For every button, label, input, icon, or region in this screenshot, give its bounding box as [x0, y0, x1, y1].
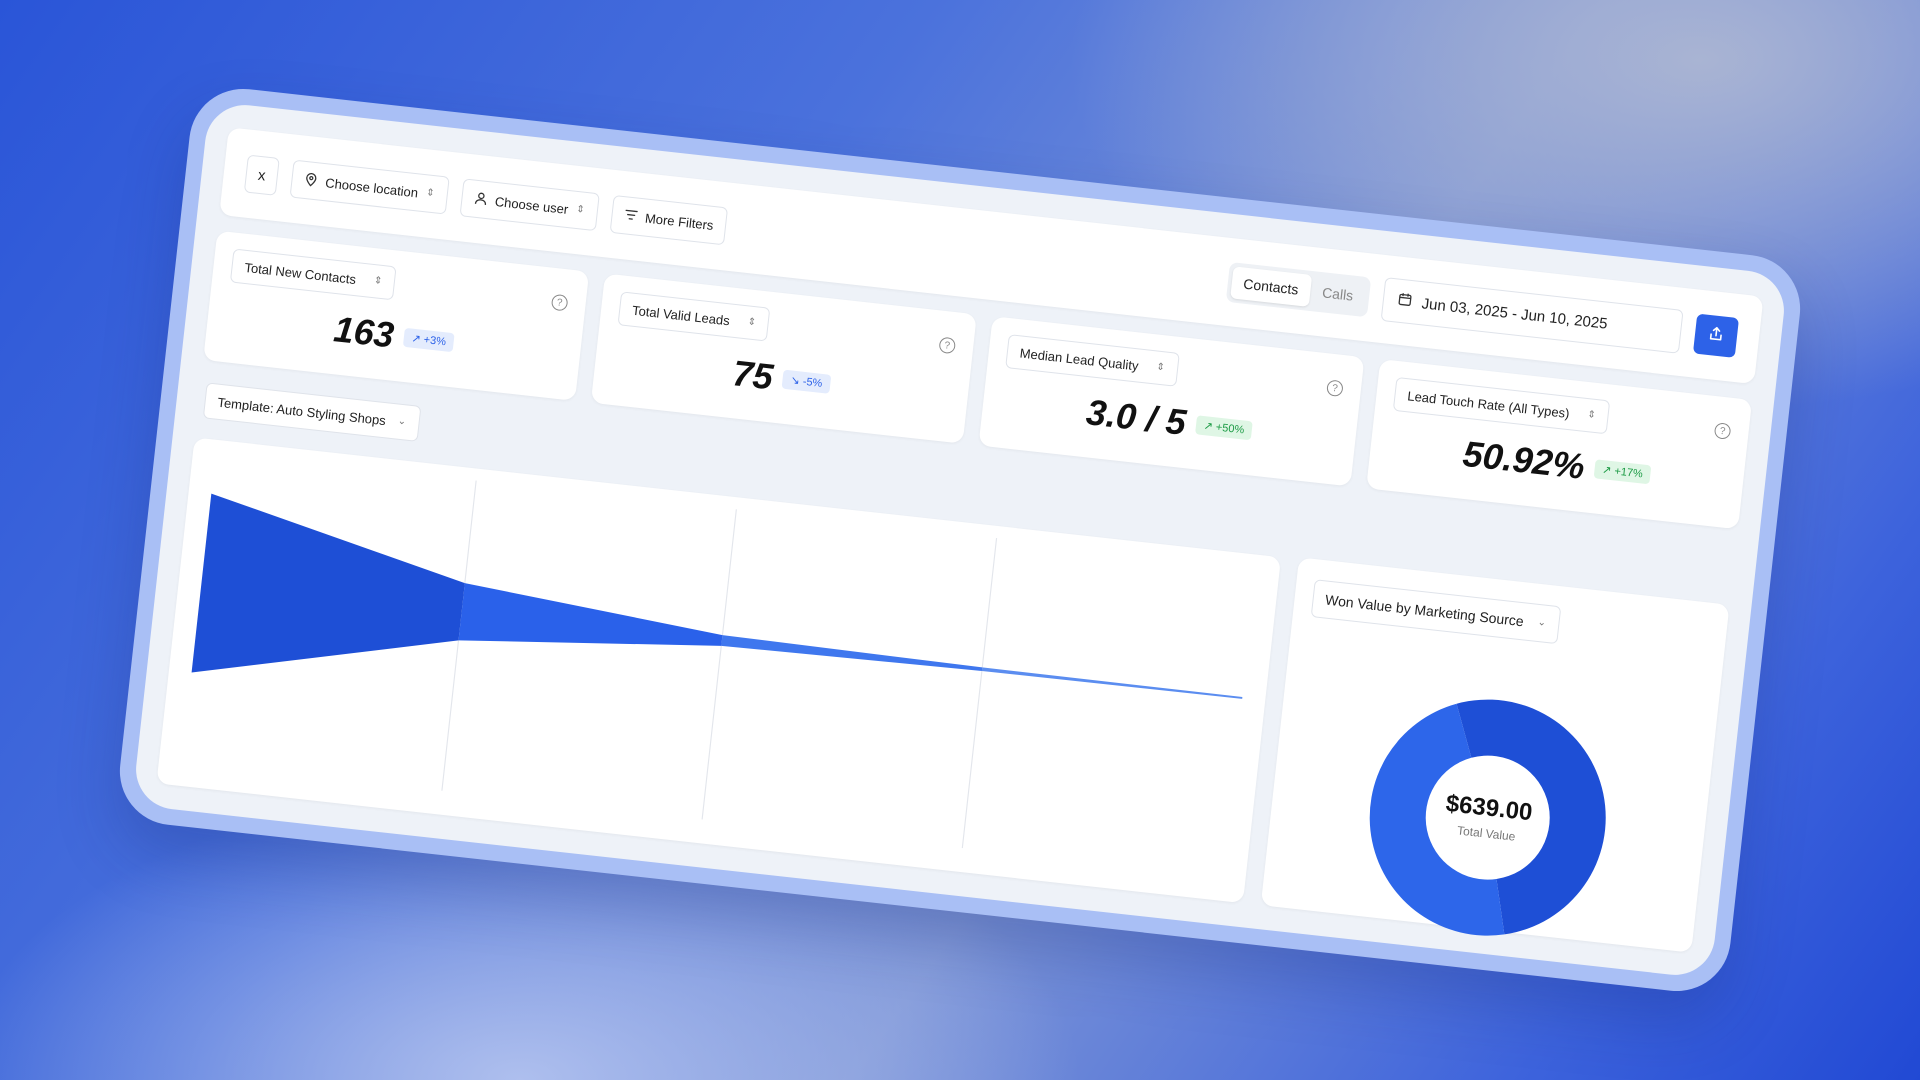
chevron-updown-icon: ⇕ [575, 203, 586, 216]
tab-calls[interactable]: Calls [1309, 275, 1367, 313]
template-label: Template: Auto Styling Shops [216, 394, 387, 428]
donut-metric-select[interactable]: Won Value by Marketing Source ⌄ [1310, 579, 1561, 645]
kpi-card: Median Lead Quality ⇕ ? 3.0 / 5 ↗ +50% [978, 316, 1365, 487]
kpi-card: Lead Touch Rate (All Types) ⇕ ? 50.92% ↗ +… [1366, 359, 1753, 530]
kpi-value: 163 [331, 308, 397, 356]
close-button[interactable]: x [243, 154, 280, 196]
location-pin-icon [304, 171, 319, 189]
chevron-down-icon: ⌄ [1537, 616, 1547, 629]
date-range-picker[interactable]: Jun 03, 2025 - Jun 10, 2025 [1380, 277, 1684, 354]
kpi-value: 3.0 / 5 [1084, 391, 1189, 443]
chevron-updown-icon: ⇕ [747, 316, 757, 329]
kpi-card: Total New Contacts ⇕ ? 163 ↗ +3% [203, 230, 590, 401]
user-icon [473, 190, 488, 208]
location-select-label: Choose location [324, 174, 419, 200]
funnel-stage[interactable] [458, 583, 726, 669]
chevron-updown-icon: ⇕ [425, 187, 436, 200]
help-icon[interactable]: ? [938, 336, 957, 355]
kpi-metric-select[interactable]: Lead Touch Rate (All Types) ⇕ [1392, 376, 1611, 435]
help-icon[interactable]: ? [1713, 422, 1732, 440]
user-select-label: Choose user [494, 193, 570, 217]
kpi-delta: +17% [1613, 464, 1644, 480]
kpi-delta: -5% [802, 375, 823, 390]
donut-total: $639.00 [1444, 789, 1534, 827]
kpi-delta-badge: ↗ +17% [1593, 458, 1652, 484]
kpi-metric-select[interactable]: Median Lead Quality ⇕ [1005, 334, 1180, 387]
kpi-delta: +50% [1215, 420, 1245, 436]
kpi-delta: +3% [423, 333, 447, 348]
kpi-card: Total Valid Leads ⇕ ? 75 ↘ -5% [590, 273, 977, 444]
kpi-label: Total Valid Leads [631, 302, 731, 328]
user-select[interactable]: Choose user ⇕ [459, 178, 600, 232]
funnel-gridline [961, 537, 998, 849]
donut-center: $639.00 Total Value [1356, 685, 1621, 950]
kpi-metric-select[interactable]: Total New Contacts ⇕ [229, 248, 397, 301]
more-filters-button[interactable]: More Filters [609, 194, 729, 246]
kpi-label: Lead Touch Rate (All Types) [1406, 387, 1571, 421]
template-select[interactable]: Template: Auto Styling Shops ⌄ [202, 382, 421, 442]
help-icon[interactable]: ? [550, 293, 569, 312]
funnel-gridline [701, 509, 737, 820]
kpi-delta-badge: ↘ -5% [781, 369, 832, 394]
donut-chart: $639.00 Total Value [1356, 685, 1621, 950]
kpi-value: 50.92% [1460, 432, 1587, 487]
kpi-metric-select[interactable]: Total Valid Leads ⇕ [617, 291, 771, 342]
share-icon [1707, 324, 1725, 347]
funnel-stage[interactable] [721, 635, 983, 674]
dashboard-frame: x Choose location ⇕ Choose user ⇕ More F… [114, 83, 1806, 997]
donut-title: Won Value by Marketing Source [1324, 591, 1525, 630]
chevron-updown-icon: ⇕ [1586, 409, 1597, 421]
close-icon: x [257, 166, 267, 185]
tab-contacts[interactable]: Contacts [1229, 266, 1313, 307]
kpi-delta-badge: ↗ +50% [1194, 414, 1254, 440]
kpi-label: Median Lead Quality [1019, 344, 1140, 373]
kpi-label: Total New Contacts [243, 259, 357, 287]
calendar-icon [1397, 292, 1413, 311]
chevron-updown-icon: ⇕ [373, 275, 383, 288]
funnel-stage[interactable] [191, 493, 472, 702]
export-button[interactable] [1692, 313, 1740, 358]
chevron-down-icon: ⌄ [397, 415, 407, 428]
chevron-updown-icon: ⇕ [1155, 361, 1166, 374]
date-range-label: Jun 03, 2025 - Jun 10, 2025 [1420, 294, 1609, 333]
kpi-value: 75 [730, 352, 776, 398]
view-toggle: Contacts Calls [1225, 261, 1372, 318]
dashboard-screen: x Choose location ⇕ Choose user ⇕ More F… [131, 101, 1789, 979]
more-filters-label: More Filters [644, 210, 715, 233]
donut-panel: Won Value by Marketing Source ⌄ $639.00 T… [1260, 557, 1730, 953]
funnel-stage[interactable] [981, 667, 1243, 699]
filter-icon [624, 208, 639, 224]
location-select[interactable]: Choose location ⇕ [289, 159, 450, 215]
funnel-chart [156, 437, 1281, 904]
donut-total-label: Total Value [1456, 823, 1517, 844]
kpi-delta-badge: ↗ +3% [402, 327, 456, 352]
funnel-svg [191, 480, 1243, 849]
help-icon[interactable]: ? [1326, 379, 1344, 398]
